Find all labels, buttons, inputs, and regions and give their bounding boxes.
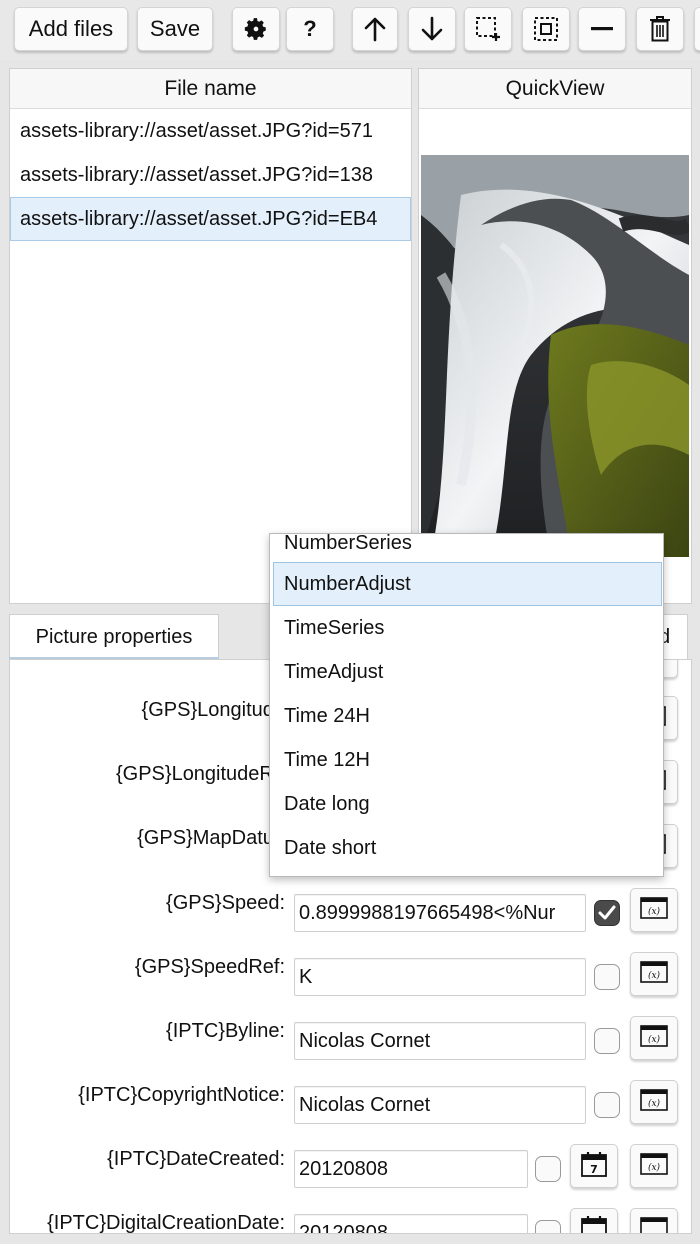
- variable-icon: (x): [640, 896, 668, 924]
- file-row-selected[interactable]: assets-library://asset/asset.JPG?id=EB4: [10, 197, 411, 241]
- dropdown-item[interactable]: NumberSeries: [273, 534, 662, 565]
- property-value-input[interactable]: Nicolas Cornet: [294, 1022, 586, 1060]
- variable-icon-text: (x): [648, 1162, 661, 1173]
- property-value-input[interactable]: K: [294, 958, 586, 996]
- dropdown-item[interactable]: Date long: [273, 782, 662, 826]
- minus-icon: [590, 26, 614, 32]
- calendar-icon: [580, 1214, 608, 1233]
- variable-button[interactable]: (x): [630, 1016, 678, 1060]
- dropdown-item-selected[interactable]: NumberAdjust: [273, 562, 662, 606]
- arrow-down-icon: [420, 16, 444, 42]
- move-down-button[interactable]: [408, 7, 456, 51]
- remove-button[interactable]: [578, 7, 626, 51]
- property-checkbox[interactable]: [535, 1220, 561, 1233]
- property-value-input[interactable]: 20120808: [294, 1214, 528, 1233]
- variable-button[interactable]: (x): [630, 952, 678, 996]
- checkmark-icon: [595, 905, 619, 929]
- property-value-input[interactable]: Nicolas Cornet: [294, 1086, 586, 1124]
- select-all-button[interactable]: [522, 7, 570, 51]
- dropdown-item[interactable]: Time 24H: [273, 694, 662, 738]
- property-label: {GPS}LongitudeRe: [115, 763, 285, 785]
- date-picker-button[interactable]: 7: [570, 1144, 618, 1188]
- file-row[interactable]: assets-library://asset/asset.JPG?id=138: [10, 153, 411, 197]
- selection-add-icon: [474, 15, 502, 43]
- property-label: {GPS}Longitude: [141, 699, 285, 721]
- photo-preview: [421, 155, 689, 557]
- variable-button[interactable]: (x): [630, 888, 678, 932]
- property-value-input[interactable]: 20120808: [294, 1150, 528, 1188]
- calendar-icon: 7: [580, 1150, 608, 1183]
- move-up-button[interactable]: [352, 7, 398, 51]
- file-list-panel: File name assets-library://asset/asset.J…: [9, 68, 412, 604]
- variable-button[interactable]: (x): [630, 1144, 678, 1188]
- dropdown-item[interactable]: TimeSeries: [273, 606, 662, 650]
- variable-icon-text: (x): [648, 970, 661, 981]
- property-label: {IPTC}DateCreated:: [107, 1148, 285, 1170]
- property-label: {GPS}MapDatun: [137, 827, 285, 849]
- property-label: {GPS}SpeedRef:: [134, 956, 285, 978]
- arrow-up-icon: [363, 16, 387, 42]
- variable-button[interactable]: [630, 1208, 678, 1233]
- tab-picture-properties[interactable]: Picture properties: [9, 614, 219, 660]
- property-checkbox[interactable]: [594, 1028, 620, 1054]
- delete-button[interactable]: [636, 7, 684, 51]
- property-value-input[interactable]: 0.8999988197665498<%Nur: [294, 894, 586, 932]
- selection-all-icon: [533, 16, 559, 42]
- toolbar: Add files Save ?: [0, 0, 700, 60]
- property-checkbox[interactable]: [535, 1156, 561, 1182]
- add-files-button[interactable]: Add files: [14, 7, 128, 51]
- trash-icon: [649, 15, 671, 43]
- property-checkbox[interactable]: [594, 900, 620, 926]
- quickview-panel: QuickView: [418, 68, 692, 604]
- variable-button[interactable]: (x): [630, 1080, 678, 1124]
- overflow-button[interactable]: [694, 7, 700, 51]
- select-add-button[interactable]: [464, 7, 512, 51]
- property-checkbox[interactable]: [594, 1092, 620, 1118]
- dropdown-item[interactable]: TimeAdjust: [273, 650, 662, 694]
- variable-icon: [640, 1216, 668, 1233]
- help-button[interactable]: ?: [286, 7, 334, 51]
- file-name-column-header[interactable]: File name: [10, 69, 411, 109]
- dropdown-item[interactable]: Time 12H: [273, 738, 662, 782]
- property-label: {IPTC}CopyrightNotice:: [78, 1084, 285, 1106]
- variable-icon-text: (x): [648, 1034, 661, 1045]
- date-picker-button[interactable]: [570, 1208, 618, 1233]
- file-row[interactable]: assets-library://asset/asset.JPG?id=571: [10, 109, 411, 153]
- save-button[interactable]: Save: [137, 7, 213, 51]
- property-checkbox[interactable]: [594, 964, 620, 990]
- variable-icon-text: (x): [648, 1098, 661, 1109]
- variable-icon: (x): [640, 1024, 668, 1052]
- format-dropdown-menu: NumberSeries NumberAdjust TimeSeries Tim…: [269, 533, 664, 877]
- variable-icon: (x): [640, 1152, 668, 1180]
- property-label: {GPS}Speed:: [166, 892, 285, 914]
- property-label: {IPTC}DigitalCreationDate:: [47, 1212, 285, 1234]
- settings-button[interactable]: [232, 7, 280, 51]
- property-label: {IPTC}Byline:: [166, 1020, 285, 1042]
- variable-icon-text: (x): [648, 906, 661, 917]
- quickview-header: QuickView: [419, 69, 691, 109]
- dropdown-item[interactable]: Date short: [273, 826, 662, 870]
- gear-icon: [243, 16, 269, 42]
- calendar-day-text: 7: [590, 1163, 598, 1176]
- variable-icon: (x): [640, 1088, 668, 1116]
- variable-icon: (x): [640, 960, 668, 988]
